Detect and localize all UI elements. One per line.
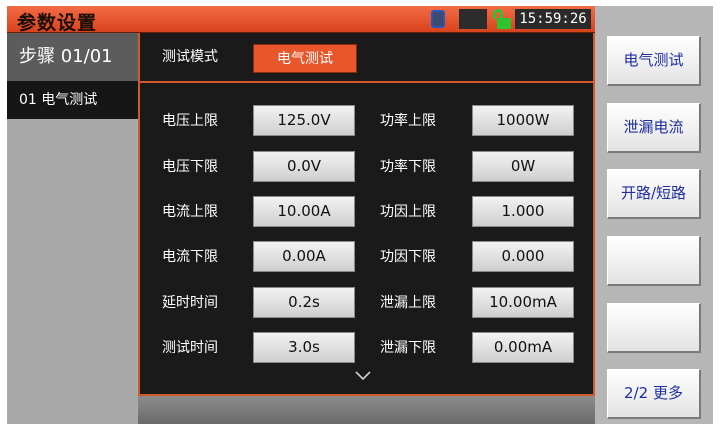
test-mode-button[interactable]: 电气测试: [253, 44, 357, 73]
voltage-upper-label: 电压上限: [162, 113, 218, 129]
softkey-leakage-current[interactable]: 泄漏电流: [607, 103, 701, 153]
softkey-blank-2[interactable]: [607, 303, 701, 353]
power-lower-field[interactable]: 0W: [472, 151, 574, 182]
current-upper-label: 电流上限: [162, 204, 218, 220]
voltage-lower-label: 电压下限: [162, 159, 218, 175]
voltage-upper-field[interactable]: 125.0V: [253, 105, 355, 136]
softkey-electrical-test[interactable]: 电气测试: [607, 36, 701, 86]
signal-icon: [459, 9, 487, 29]
test-time-field[interactable]: 3.0s: [253, 332, 355, 363]
leakage-upper-label: 泄漏上限: [380, 295, 436, 311]
usb-icon: [431, 10, 445, 28]
mode-row: 测试模式 电气测试: [140, 33, 597, 83]
softkey-more[interactable]: 2/2 更多: [607, 369, 701, 419]
step-counter: 步骤 01/01: [7, 33, 138, 81]
title-bar: 参数设置 15:59:26: [7, 6, 595, 34]
page-title: 参数设置: [17, 12, 98, 34]
step-item[interactable]: 01 电气测试: [7, 81, 138, 119]
voltage-lower-field[interactable]: 0.0V: [253, 151, 355, 182]
pf-lower-label: 功因下限: [380, 249, 436, 265]
softkey-open-short[interactable]: 开路/短路: [607, 169, 701, 219]
parameter-panel: 测试模式 电气测试 电压上限 125.0V 电压下限 0.0V 电流上限 10.…: [138, 33, 597, 424]
power-upper-field[interactable]: 1000W: [472, 105, 574, 136]
bottom-bar: [138, 396, 595, 424]
leakage-upper-field[interactable]: 10.00mA: [472, 287, 574, 318]
pf-upper-field[interactable]: 1.000: [472, 196, 574, 227]
softkey-blank-1[interactable]: [607, 236, 701, 286]
parameter-area: 测试模式 电气测试 电压上限 125.0V 电压下限 0.0V 电流上限 10.…: [138, 33, 597, 396]
pf-lower-field[interactable]: 0.000: [472, 241, 574, 272]
softkey-panel: 电气测试 泄漏电流 开路/短路 2/2 更多: [595, 6, 713, 424]
current-lower-field[interactable]: 0.00A: [253, 241, 355, 272]
current-lower-label: 电流下限: [162, 249, 218, 265]
device-screen: 参数设置 15:59:26 步骤 01/01 01 电气测试 测试模式 电气测试…: [7, 6, 713, 424]
unlock-icon[interactable]: [491, 9, 511, 29]
current-upper-field[interactable]: 10.00A: [253, 196, 355, 227]
test-time-label: 测试时间: [162, 340, 218, 356]
delay-time-label: 延时时间: [162, 295, 218, 311]
pf-upper-label: 功因上限: [380, 204, 436, 220]
leakage-lower-field[interactable]: 0.00mA: [472, 332, 574, 363]
test-mode-label: 测试模式: [162, 49, 218, 65]
power-lower-label: 功率下限: [380, 159, 436, 175]
leakage-lower-label: 泄漏下限: [380, 340, 436, 356]
chevron-down-icon[interactable]: [355, 368, 371, 384]
clock: 15:59:26: [515, 9, 591, 29]
delay-time-field[interactable]: 0.2s: [253, 287, 355, 318]
status-area: 15:59:26: [425, 9, 591, 29]
power-upper-label: 功率上限: [380, 113, 436, 129]
step-panel: 步骤 01/01 01 电气测试: [7, 33, 138, 424]
